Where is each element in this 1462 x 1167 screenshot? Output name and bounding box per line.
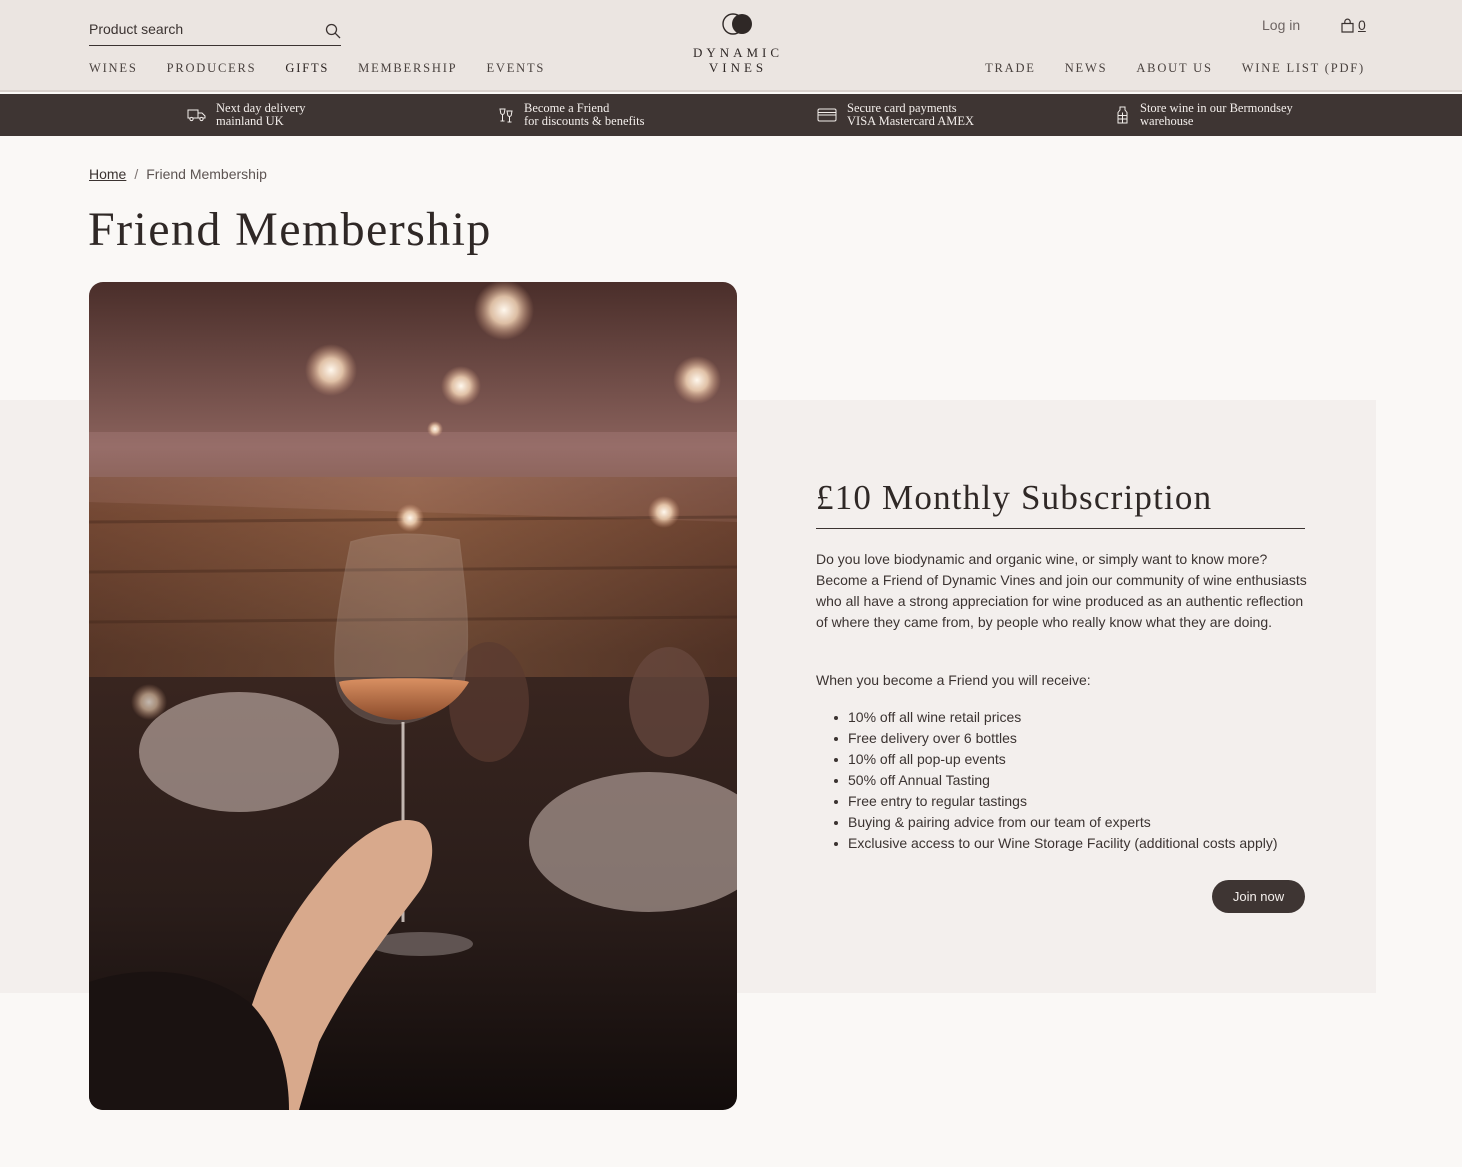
nav-item-events[interactable]: EVENTS xyxy=(486,61,545,76)
page-title: Friend Membership xyxy=(88,203,492,256)
perk-delivery-line-2: mainland UK xyxy=(216,114,284,128)
benefits-lead: When you become a Friend you will receiv… xyxy=(816,672,1091,688)
wine-glass-photo xyxy=(89,282,737,1110)
subscription-title: £10 Monthly Subscription xyxy=(816,478,1305,529)
perks-bar: Next day delivery mainland UK Become a F… xyxy=(0,94,1462,136)
perk-friend-line-2: for discounts & benefits xyxy=(524,114,645,128)
perk-storage: Store wine in our Bermondsey warehouse xyxy=(1115,102,1293,128)
benefit-item: Buying & pairing advice from our team of… xyxy=(834,812,1318,833)
logo-line-1: DYNAMIC xyxy=(692,45,784,60)
wine-storage-icon xyxy=(1117,106,1128,124)
delivery-van-icon xyxy=(187,109,206,122)
nav-item-wine-list-pdf[interactable]: WINE LIST (PDF) xyxy=(1242,61,1365,76)
benefit-item: Exclusive access to our Wine Storage Fac… xyxy=(834,833,1318,854)
perk-payments-line-2: VISA Mastercard AMEX xyxy=(847,114,975,128)
primary-nav: WINES PRODUCERS GIFTS MEMBERSHIP EVENTS xyxy=(89,61,574,76)
search-input[interactable] xyxy=(89,16,314,42)
benefit-item: 50% off Annual Tasting xyxy=(834,770,1318,791)
breadcrumb-home-link[interactable]: Home xyxy=(89,166,126,182)
logo-line-2: VINES xyxy=(708,60,768,75)
wine-glasses-icon xyxy=(499,108,513,123)
cart-count: 0 xyxy=(1358,17,1366,33)
benefit-item: Free delivery over 6 bottles xyxy=(834,728,1318,749)
benefits-list: 10% off all wine retail prices Free deli… xyxy=(834,707,1318,854)
perk-delivery: Next day delivery mainland UK xyxy=(187,102,306,128)
subscription-intro: Do you love biodynamic and organic wine,… xyxy=(816,551,1307,630)
logo-mark-icon xyxy=(722,13,752,35)
perk-payments: Secure card payments VISA Mastercard AME… xyxy=(817,102,974,128)
perk-friend[interactable]: Become a Friend for discounts & benefits xyxy=(498,102,644,128)
nav-item-news[interactable]: NEWS xyxy=(1065,61,1108,76)
shopping-bag-icon xyxy=(1341,18,1354,33)
cart-button[interactable]: 0 xyxy=(1341,17,1366,33)
nav-item-membership[interactable]: MEMBERSHIP xyxy=(358,61,457,76)
login-link[interactable]: Log in xyxy=(1262,17,1300,33)
nav-item-producers[interactable]: PRODUCERS xyxy=(167,61,257,76)
nav-item-trade[interactable]: TRADE xyxy=(985,61,1036,76)
benefit-item: Free entry to regular tastings xyxy=(834,791,1318,812)
benefit-item: 10% off all pop-up events xyxy=(834,749,1318,770)
search-bar xyxy=(89,16,341,46)
breadcrumb-current: Friend Membership xyxy=(146,166,267,182)
search-icon[interactable] xyxy=(325,23,341,39)
breadcrumb: Home / Friend Membership xyxy=(89,166,267,182)
nav-item-about-us[interactable]: ABOUT US xyxy=(1136,61,1212,76)
secondary-nav: TRADE NEWS ABOUT US WINE LIST (PDF) xyxy=(956,61,1365,76)
join-now-button[interactable]: Join now xyxy=(1212,880,1305,913)
benefit-item: 10% off all wine retail prices xyxy=(834,707,1318,728)
site-header: WINES PRODUCERS GIFTS MEMBERSHIP EVENTS … xyxy=(0,0,1462,92)
membership-photo xyxy=(89,282,737,1110)
nav-item-wines[interactable]: WINES xyxy=(89,61,138,76)
credit-card-icon xyxy=(817,108,837,122)
nav-item-gifts[interactable]: GIFTS xyxy=(285,61,329,76)
site-logo[interactable]: DYNAMIC VINES xyxy=(688,12,788,76)
breadcrumb-separator: / xyxy=(134,166,139,182)
perk-storage-line-2: warehouse xyxy=(1140,114,1194,128)
logo-wordmark: DYNAMIC VINES xyxy=(688,45,788,75)
